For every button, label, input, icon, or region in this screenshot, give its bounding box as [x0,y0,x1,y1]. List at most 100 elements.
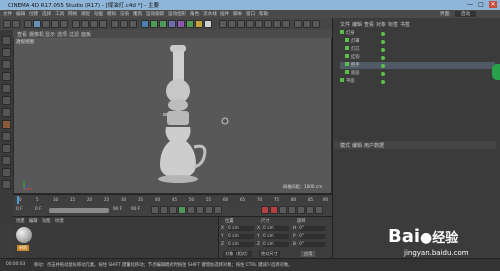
mat-menu-function[interactable]: 功能 [42,218,51,224]
coord-size-x[interactable]: 0 cm [263,226,289,231]
frame-current-field[interactable]: 0 F [35,207,42,212]
attr-menu-user-data[interactable]: 用户数据 [364,142,384,149]
apply-button[interactable]: 应用 [301,251,316,257]
cube-icon[interactable] [141,20,149,28]
maximize-button[interactable]: □ [477,1,485,8]
vp-menu-display[interactable]: 显示 [45,31,55,38]
redo-icon[interactable] [12,20,20,28]
vp-menu-view[interactable]: 查看 [17,31,27,38]
lock-workplane-icon[interactable] [312,20,320,28]
menu-pipeline[interactable]: 流水线 [203,11,217,17]
scale-key-icon[interactable] [297,206,305,214]
deformer-icon[interactable] [177,20,185,28]
recent-tool-icon[interactable] [60,20,68,28]
timeline-ruler[interactable]: 0 5 10 15 20 25 30 35 40 45 50 55 60 65 … [13,194,332,205]
object-row-handle[interactable]: 把手 [340,62,495,69]
menu-file[interactable]: 文件 [3,11,12,17]
side-green-tab[interactable] [492,64,500,80]
vp-menu-filter[interactable]: 过滤 [69,31,79,38]
prev-frame-icon[interactable] [169,206,177,214]
om-menu-object[interactable]: 对象 [376,21,386,28]
coord-rot-h[interactable]: 0° [299,226,325,231]
object-row-hook[interactable]: 挂钩 [340,54,495,61]
polygons-mode-icon[interactable] [273,20,281,28]
keyframe-selection-icon[interactable] [279,206,287,214]
perspective-viewport[interactable] [13,30,332,194]
material-name[interactable]: 材质 [17,245,29,251]
visibility-check-icon[interactable] [381,64,385,68]
menu-plugins[interactable]: 插件 [220,11,229,17]
visibility-check-icon[interactable] [381,32,385,36]
undo-icon[interactable] [3,20,11,28]
z-axis-icon[interactable] [90,20,98,28]
polygons-side-icon[interactable] [2,108,11,117]
coord-size-mode-select[interactable]: 绝对尺寸 [259,251,280,257]
coord-pos-z[interactable]: 0 cm [228,242,254,247]
make-editable-side-icon[interactable] [2,36,11,45]
quantize-icon[interactable] [303,20,311,28]
model-mode-icon[interactable] [228,20,236,28]
menu-edit[interactable]: 编辑 [16,11,25,17]
object-row-wick[interactable]: 灯芯 [340,46,495,53]
grid-side-icon[interactable] [2,180,11,189]
visibility-check-icon[interactable] [381,48,385,52]
points-side-icon[interactable] [2,84,11,93]
coord-pos-y[interactable]: 0 cm [228,234,254,239]
menu-window[interactable]: 窗口 [246,11,255,17]
menu-help[interactable]: 帮助 [259,11,268,17]
workplane-icon[interactable] [246,20,254,28]
subdivision-icon[interactable] [159,20,167,28]
x-axis-icon[interactable] [72,20,80,28]
camera-icon[interactable] [195,20,203,28]
quantize-side-icon[interactable] [2,156,11,165]
y-axis-icon[interactable] [81,20,89,28]
visibility-check-icon[interactable] [381,72,385,76]
menu-mograph[interactable]: 运动图形 [168,11,186,17]
prev-key-icon[interactable] [160,206,168,214]
material-preview-ball[interactable] [16,227,32,243]
move-icon[interactable] [33,20,41,28]
coord-rot-p[interactable]: 0° [299,234,325,239]
attr-menu-edit[interactable]: 编辑 [352,142,362,149]
menu-create[interactable]: 创建 [29,11,38,17]
om-menu-tag[interactable]: 标签 [388,21,398,28]
object-row-lamp-body[interactable]: 灯身 [340,30,490,37]
play-icon[interactable] [178,206,186,214]
coord-size-z[interactable]: 0 cm [263,242,289,247]
light-icon[interactable] [204,20,212,28]
edges-side-icon[interactable] [2,96,11,105]
make-editable-icon[interactable] [219,20,227,28]
axis-side-icon[interactable] [2,120,11,129]
coord-mode-select[interactable]: 对象（相对） [223,251,253,257]
menu-simulate[interactable]: 模拟 [107,11,116,17]
go-to-start-icon[interactable] [151,206,159,214]
attr-menu-mode[interactable]: 模式 [340,142,350,149]
next-frame-icon[interactable] [187,206,195,214]
mat-menu-edit[interactable]: 编辑 [29,218,38,224]
range-slider[interactable] [49,208,109,213]
menu-snap[interactable]: 捕捉 [81,11,90,17]
menu-render[interactable]: 渲染 [120,11,129,17]
scale-icon[interactable] [42,20,50,28]
floor-icon[interactable] [186,20,194,28]
snap-icon[interactable] [294,20,302,28]
lock-side-icon[interactable] [2,168,11,177]
tweak-side-icon[interactable] [2,132,11,141]
frame-end-field[interactable]: 90 F [113,207,122,212]
edges-mode-icon[interactable] [264,20,272,28]
object-row-shade[interactable]: 灯罩 [340,38,495,45]
pen-icon[interactable] [150,20,158,28]
loop-icon[interactable] [214,206,222,214]
menu-character[interactable]: 角色 [190,11,199,17]
object-row-plane[interactable]: 平面 [340,78,490,85]
menu-mesh[interactable]: 网格 [68,11,77,17]
texture-side-icon[interactable] [2,60,11,69]
minimize-button[interactable]: — [466,1,474,8]
vp-menu-options[interactable]: 选项 [57,31,67,38]
menu-script[interactable]: 脚本 [233,11,242,17]
coordinate-system-icon[interactable] [99,20,107,28]
layout-select[interactable]: 启动 [455,11,477,17]
menu-select[interactable]: 选择 [42,11,51,17]
om-menu-view[interactable]: 查看 [364,21,374,28]
model-side-icon[interactable] [2,48,11,57]
